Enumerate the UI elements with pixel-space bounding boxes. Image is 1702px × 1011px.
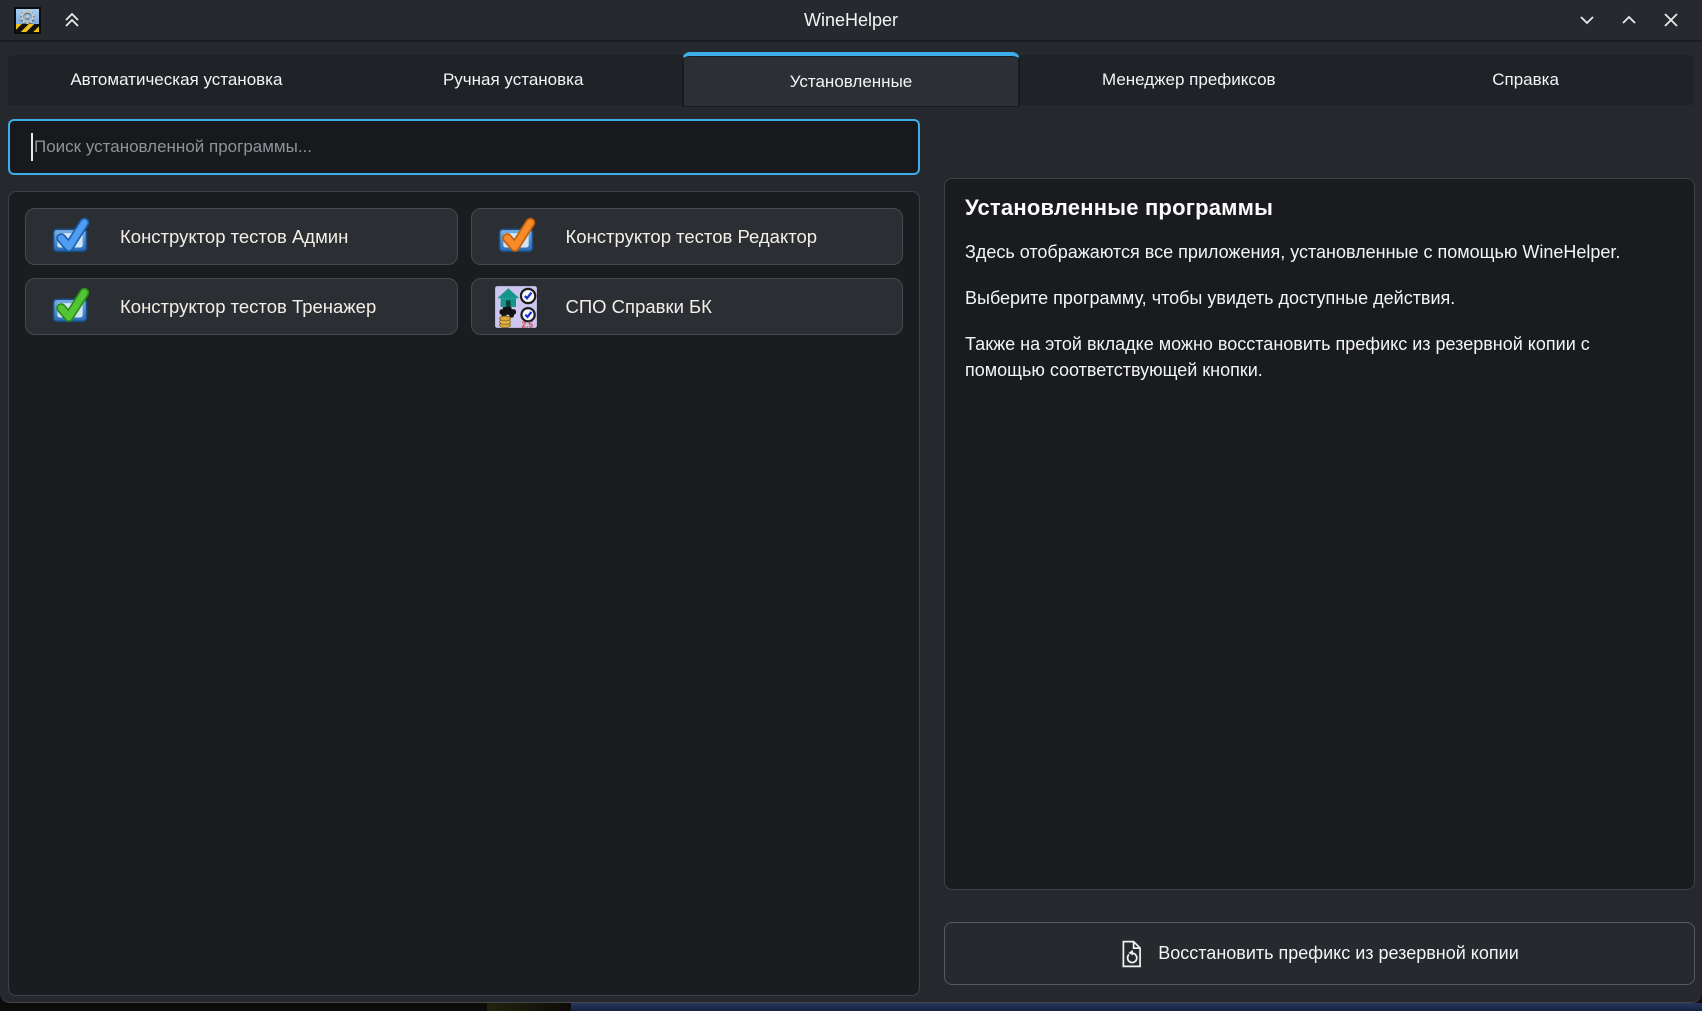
info-paragraph: Здесь отображаются все приложения, устан… xyxy=(965,239,1674,265)
tab-label: Менеджер префиксов xyxy=(1102,70,1276,90)
restore-prefix-button[interactable]: Восстановить префикс из резервной копии xyxy=(944,922,1695,985)
info-panel-title: Установленные программы xyxy=(965,195,1674,221)
program-card[interactable]: Конструктор тестов Тренажер xyxy=(25,278,458,335)
chevron-up-icon xyxy=(1618,9,1640,31)
checkbox-orange-icon xyxy=(494,215,538,259)
close-button[interactable] xyxy=(1654,3,1688,37)
tab-manual-install[interactable]: Ручная установка xyxy=(345,55,682,105)
tab-auto-install[interactable]: Автоматическая установка xyxy=(8,55,345,105)
program-name: СПО Справки БК xyxy=(566,296,712,318)
keep-above-button[interactable] xyxy=(55,3,89,37)
program-name: Конструктор тестов Редактор xyxy=(566,226,818,248)
chevron-down-icon xyxy=(1576,9,1598,31)
checkbox-green-icon xyxy=(48,285,92,329)
desktop-strip-dark xyxy=(0,1003,487,1011)
info-paragraph: Также на этой вкладке можно восстановить… xyxy=(965,331,1674,383)
program-card[interactable]: 2.5 СПО Справки БК xyxy=(471,278,904,335)
search-input[interactable] xyxy=(8,119,920,175)
info-paragraph: Выберите программу, чтобы увидеть доступ… xyxy=(965,285,1674,311)
tab-label: Автоматическая установка xyxy=(70,70,282,90)
program-name: Конструктор тестов Админ xyxy=(120,226,348,248)
tab-prefix-manager[interactable]: Менеджер префиксов xyxy=(1020,55,1357,105)
desktop-background-strip xyxy=(0,1003,1702,1011)
restore-button-label: Восстановить префикс из резервной копии xyxy=(1158,943,1519,964)
svg-text:2.5: 2.5 xyxy=(521,320,533,329)
program-card[interactable]: Конструктор тестов Редактор xyxy=(471,208,904,265)
tab-help[interactable]: Справка xyxy=(1357,55,1694,105)
minimize-button[interactable] xyxy=(1570,3,1604,37)
desktop-strip-blue xyxy=(571,1003,1702,1011)
tab-label: Ручная установка xyxy=(443,70,583,90)
titlebar[interactable]: ⚙ WineHelper xyxy=(0,0,1702,42)
spravki-bk-icon: 2.5 xyxy=(494,285,538,329)
text-caret xyxy=(31,133,33,161)
installed-programs-panel: Конструктор тестов Админ Конструктор тес… xyxy=(8,191,920,996)
program-name: Конструктор тестов Тренажер xyxy=(120,296,376,318)
hazard-stripe xyxy=(16,24,39,32)
tab-bar: Автоматическая установка Ручная установк… xyxy=(8,55,1694,105)
tab-installed[interactable]: Установленные xyxy=(682,52,1021,107)
close-icon xyxy=(1660,9,1682,31)
double-chevron-up-icon xyxy=(61,9,83,31)
tab-label: Справка xyxy=(1492,70,1559,90)
document-restore-icon xyxy=(1120,940,1144,968)
program-card[interactable]: Конструктор тестов Админ xyxy=(25,208,458,265)
window-title: WineHelper xyxy=(0,10,1702,31)
app-icon: ⚙ xyxy=(14,7,41,34)
tab-label: Установленные xyxy=(790,72,913,92)
maximize-button[interactable] xyxy=(1612,3,1646,37)
info-panel: Установленные программы Здесь отображают… xyxy=(944,178,1695,890)
desktop-strip-olive xyxy=(487,1003,571,1011)
winehelper-window: ⚙ WineHelper xyxy=(0,0,1702,1003)
checkbox-blue-icon xyxy=(48,215,92,259)
